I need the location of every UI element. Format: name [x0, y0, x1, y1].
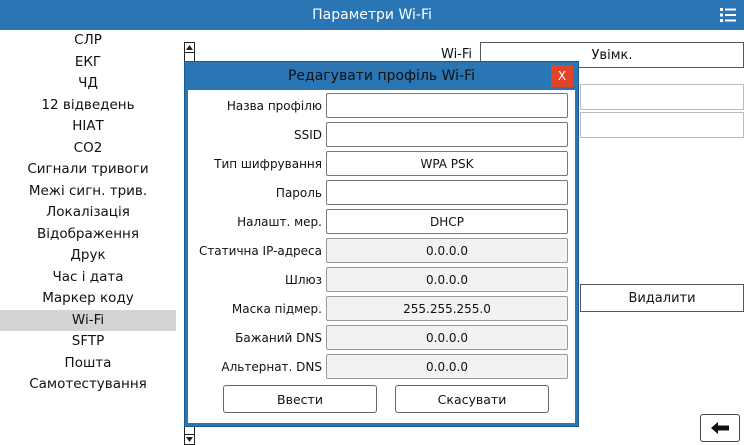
field-row-static-ip: Статична IP-адреса 0.0.0.0	[188, 238, 575, 265]
delete-button[interactable]: Видалити	[580, 284, 744, 312]
sidebar-item-alarms[interactable]: Сигнали тривоги	[0, 159, 176, 181]
profile-field[interactable]	[580, 84, 744, 110]
sidebar-item-resp[interactable]: ЧД	[0, 73, 176, 95]
preferred-dns-input[interactable]: 0.0.0.0	[326, 325, 568, 350]
subnet-mask-input[interactable]: 255.255.255.0	[326, 296, 568, 321]
field-label: Статична IP-адреса	[198, 244, 322, 258]
sidebar-item-display[interactable]: Відображення	[0, 224, 176, 246]
dialog-body: Назва профілю SSID Тип шифрування WPA PS…	[188, 90, 575, 423]
sidebar-item-wifi[interactable]: Wi-Fi	[0, 309, 176, 331]
gateway-input[interactable]: 0.0.0.0	[326, 267, 568, 292]
settings-sidebar: СЛР ЕКГ ЧД 12 відведень НІАТ CO2 Сигнали…	[0, 30, 176, 445]
sidebar-item-time-date[interactable]: Час і дата	[0, 267, 176, 289]
field-row-gateway: Шлюз 0.0.0.0	[188, 267, 575, 294]
enter-button[interactable]: Ввести	[223, 385, 377, 413]
sidebar-item-co2[interactable]: CO2	[0, 138, 176, 160]
ssid-input[interactable]	[326, 122, 568, 147]
dialog-title: Редагувати профіль Wi-Fi	[287, 68, 475, 84]
wifi-label: Wi-Fi	[441, 47, 473, 62]
password-input[interactable]	[326, 180, 568, 205]
sidebar-item-code-marker[interactable]: Маркер коду	[0, 288, 176, 310]
profile-name-input[interactable]	[326, 93, 568, 118]
dialog-title-bar: Редагувати профіль Wi-Fi X	[185, 62, 578, 90]
back-button[interactable]	[700, 414, 740, 442]
edit-wifi-profile-dialog: Редагувати профіль Wi-Fi X Назва профілю…	[184, 61, 579, 427]
field-row-network-setup: Налашт. мер. DHCP	[188, 209, 575, 236]
field-row-preferred-dns: Бажаний DNS 0.0.0.0	[188, 325, 575, 352]
field-row-subnet-mask: Маска підмер. 255.255.255.0	[188, 296, 575, 323]
field-label: Альтернат. DNS	[221, 360, 322, 374]
sidebar-item-cpr[interactable]: СЛР	[0, 30, 176, 52]
sidebar-item-print[interactable]: Друк	[0, 245, 176, 267]
field-row-encryption: Тип шифрування WPA PSK	[188, 151, 575, 178]
field-label: Маска підмер.	[231, 302, 322, 316]
sidebar-item-localization[interactable]: Локалізація	[0, 202, 176, 224]
encryption-type-select[interactable]: WPA PSK	[326, 151, 568, 176]
field-label: Тип шифрування	[214, 157, 322, 171]
static-ip-input[interactable]: 0.0.0.0	[326, 238, 568, 263]
page-title: Параметри Wi-Fi	[312, 7, 432, 23]
sidebar-item-sftp[interactable]: SFTP	[0, 331, 176, 353]
sidebar-item-ecg[interactable]: ЕКГ	[0, 52, 176, 74]
sidebar-item-self-test[interactable]: Самотестування	[0, 374, 176, 396]
field-label: Шлюз	[285, 273, 322, 287]
field-label: Бажаний DNS	[235, 331, 322, 345]
network-setup-select[interactable]: DHCP	[326, 209, 568, 234]
field-row-ssid: SSID	[188, 122, 575, 149]
alternate-dns-input[interactable]: 0.0.0.0	[326, 354, 568, 379]
scroll-up-icon[interactable]	[185, 43, 194, 53]
field-label: Пароль	[275, 186, 322, 200]
close-button[interactable]: X	[551, 65, 573, 87]
back-arrow-icon	[711, 422, 729, 434]
profile-field-2[interactable]	[580, 112, 744, 138]
field-label: SSID	[293, 128, 322, 142]
field-label: Назва профілю	[226, 99, 322, 113]
menu-list-icon[interactable]	[718, 5, 738, 25]
field-row-profile-name: Назва профілю	[188, 93, 575, 120]
sidebar-item-email[interactable]: Пошта	[0, 353, 176, 375]
title-bar: Параметри Wi-Fi	[0, 0, 744, 30]
cancel-button[interactable]: Скасувати	[395, 385, 549, 413]
field-row-password: Пароль	[188, 180, 575, 207]
scroll-down-icon[interactable]	[185, 434, 194, 444]
field-row-alternate-dns: Альтернат. DNS 0.0.0.0	[188, 354, 575, 381]
sidebar-item-nibp[interactable]: НІАТ	[0, 116, 176, 138]
sidebar-item-alarm-limits[interactable]: Межі сигн. трив.	[0, 181, 176, 203]
sidebar-item-12-lead[interactable]: 12 відведень	[0, 95, 176, 117]
field-label: Налашт. мер.	[237, 215, 322, 229]
